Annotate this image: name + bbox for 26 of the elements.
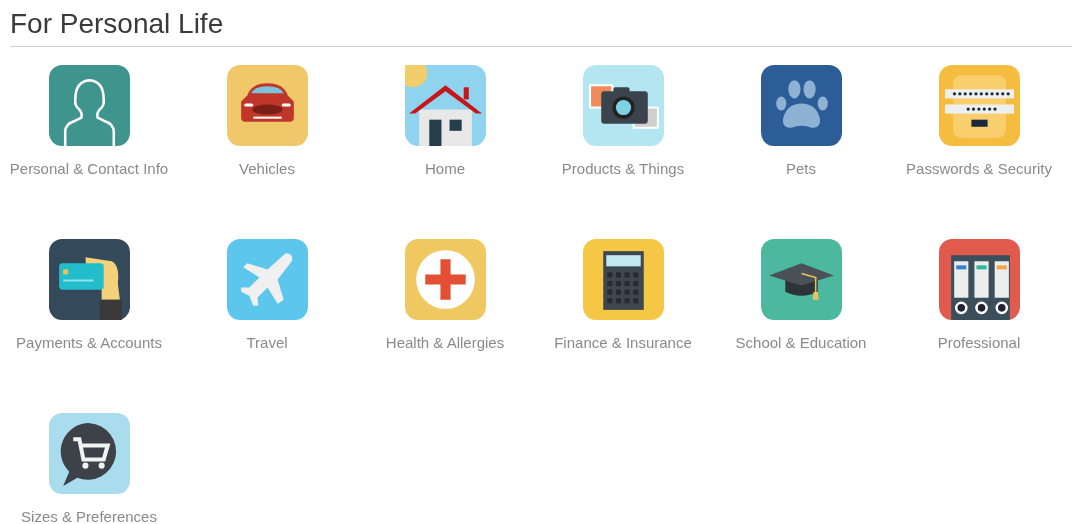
credit-card-icon[interactable]: [48, 239, 130, 320]
category-label[interactable]: Personal & Contact Info: [2, 158, 176, 179]
paw-icon[interactable]: [760, 65, 842, 146]
category-label[interactable]: Sizes & Preferences: [2, 506, 176, 524]
calculator-icon[interactable]: [582, 239, 664, 320]
category-label[interactable]: Products & Things: [536, 158, 710, 179]
category-label[interactable]: Finance & Insurance: [536, 332, 710, 353]
password-form-icon[interactable]: [938, 65, 1020, 146]
car-icon[interactable]: [226, 65, 308, 146]
category-label[interactable]: Health & Allergies: [358, 332, 532, 353]
house-icon[interactable]: [404, 65, 486, 146]
category-label[interactable]: Home: [358, 158, 532, 179]
category-label[interactable]: Payments & Accounts: [2, 332, 176, 353]
category-label[interactable]: Professional: [892, 332, 1066, 353]
graduation-cap-icon[interactable]: [760, 239, 842, 320]
category-label[interactable]: Pets: [714, 158, 888, 179]
category-label[interactable]: Vehicles: [180, 158, 354, 179]
category-label[interactable]: Passwords & Security: [892, 158, 1066, 179]
binders-icon[interactable]: [938, 239, 1020, 320]
person-silhouette-icon[interactable]: [48, 65, 130, 146]
category-label[interactable]: Travel: [180, 332, 354, 353]
medical-cross-icon[interactable]: [404, 239, 486, 320]
camera-icon[interactable]: [582, 65, 664, 146]
category-label[interactable]: School & Education: [714, 332, 888, 353]
section-title: For Personal Life: [9, 7, 225, 41]
shopping-cart-icon[interactable]: [48, 413, 130, 494]
